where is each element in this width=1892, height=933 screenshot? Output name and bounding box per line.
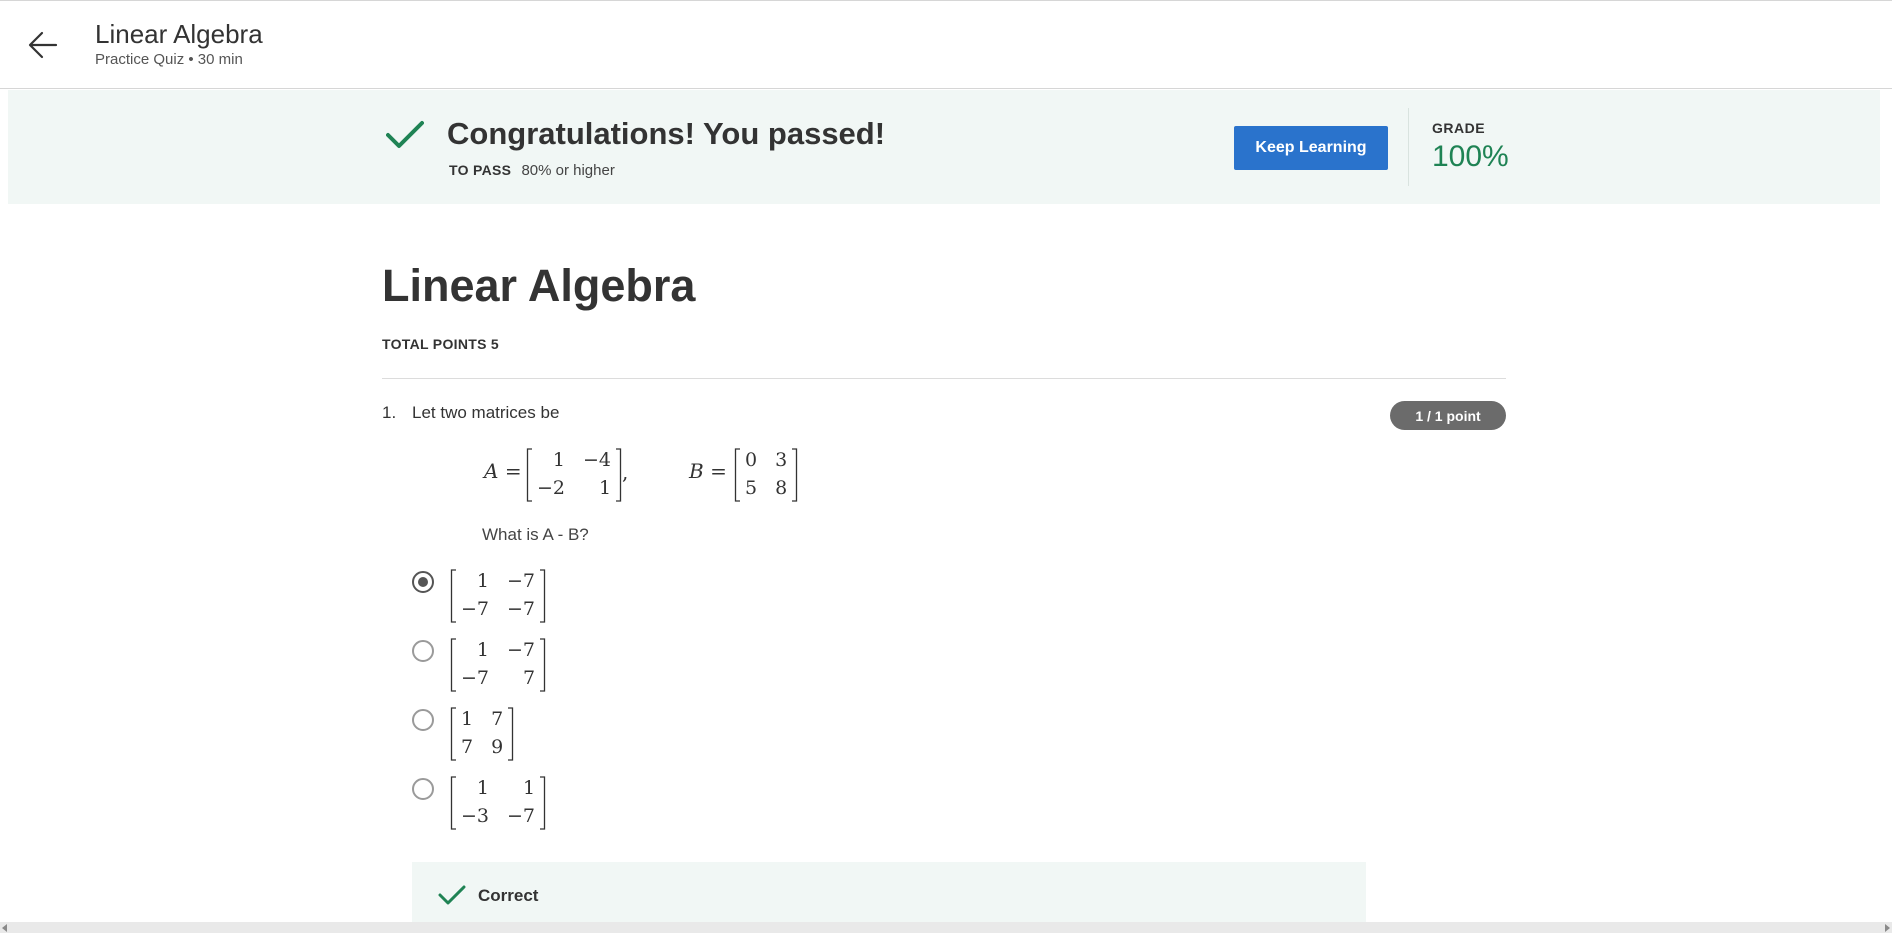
grade-label: GRADE [1432, 120, 1486, 136]
option-matrix-1[interactable]: 1 −7 −7 −7 [450, 569, 546, 623]
left-bracket [450, 638, 456, 692]
right-bracket [508, 707, 514, 761]
matrix-cell: 1 [461, 708, 474, 730]
matrix-cell: 3 [775, 449, 788, 471]
page-header: Linear Algebra Practice Quiz • 30 min [0, 1, 1892, 89]
matrix-cell: 1 [598, 477, 612, 499]
comma: , [622, 460, 629, 484]
matrix-cell: −3 [461, 805, 490, 827]
matrix-a: 1 −4 −2 1 [526, 448, 622, 502]
matrix-grid: 1 −4 −2 1 [533, 448, 615, 502]
question-number: 1. [382, 403, 397, 422]
right-bracket [540, 638, 546, 692]
matrix-cell: −7 [507, 598, 536, 620]
header-title: Linear Algebra [95, 19, 263, 49]
matrix-cell: 7 [522, 667, 536, 689]
section-divider [382, 378, 1506, 379]
matrix-cell: −7 [507, 639, 536, 661]
horizontal-scrollbar[interactable] [0, 922, 1892, 933]
matrix-cell: −2 [537, 477, 566, 499]
matrix-a-name: A [484, 459, 499, 483]
checkmark-icon [386, 121, 424, 148]
matrix-grid: 0358 [741, 448, 791, 502]
left-bracket [450, 569, 456, 623]
matrix-cell: 7 [461, 736, 474, 758]
option-radio-4[interactable] [412, 778, 434, 800]
matrix-cell: −7 [461, 667, 490, 689]
keep-learning-button[interactable]: Keep Learning [1234, 126, 1388, 170]
matrix-cell: −4 [583, 449, 612, 471]
matrix-cell: 1 [522, 777, 536, 799]
feedback-label: Correct [478, 886, 539, 905]
left-bracket [734, 448, 740, 502]
matrix-grid: 1 1 −3 −7 [457, 776, 539, 830]
total-points: TOTAL POINTS 5 [382, 336, 499, 352]
matrix-b-name: B [689, 459, 704, 483]
to-pass-info: TO PASS 80% or higher [449, 162, 615, 179]
matrix-cell: 9 [491, 736, 504, 758]
pass-banner: Congratulations! You passed! TO PASS 80%… [8, 90, 1880, 204]
matrix-cell: 1 [476, 777, 490, 799]
to-pass-value: 80% or higher [521, 162, 615, 179]
option-matrix-4[interactable]: 1 1 −3 −7 [450, 776, 546, 830]
back-button[interactable] [26, 27, 62, 63]
header-subtitle: Practice Quiz • 30 min [95, 51, 243, 68]
matrix-b: 0358 [734, 448, 798, 502]
quiz-title: Linear Algebra [382, 260, 696, 311]
matrix-a-label: A = [484, 459, 522, 483]
matrix-cell: 1 [552, 449, 566, 471]
right-bracket [616, 448, 622, 502]
scroll-right-icon[interactable] [1885, 924, 1890, 932]
right-bracket [540, 776, 546, 830]
equals-sign: = [710, 459, 727, 483]
question-text: Let two matrices be [412, 403, 560, 422]
grade-value: 100% [1432, 140, 1509, 173]
matrix-cell: 5 [745, 477, 758, 499]
scroll-left-icon[interactable] [2, 924, 7, 932]
pass-message: Congratulations! You passed! [447, 116, 886, 151]
matrix-cell: 0 [745, 449, 758, 471]
checkmark-icon [438, 885, 466, 905]
matrix-grid: 1 −7 −7 7 [457, 638, 539, 692]
matrix-grid: 1779 [457, 707, 507, 761]
matrix-b-label: B = [689, 459, 727, 483]
option-matrix-2[interactable]: 1 −7 −7 7 [450, 638, 546, 692]
option-radio-3[interactable] [412, 709, 434, 731]
banner-divider [1408, 108, 1409, 186]
left-bracket [450, 707, 456, 761]
sub-question: What is A - B? [482, 525, 589, 544]
answer-feedback: Correct [412, 862, 1366, 922]
matrix-cell: 8 [775, 477, 788, 499]
to-pass-label: TO PASS [449, 162, 512, 178]
points-badge: 1 / 1 point [1390, 401, 1506, 430]
right-bracket [792, 448, 798, 502]
matrix-cell: 1 [476, 570, 490, 592]
left-bracket [526, 448, 532, 502]
option-radio-2[interactable] [412, 640, 434, 662]
option-radio-1[interactable] [412, 571, 434, 593]
matrix-cell: −7 [461, 598, 490, 620]
matrix-cell: −7 [507, 570, 536, 592]
matrix-cell: −7 [507, 805, 536, 827]
equals-sign: = [504, 459, 522, 483]
left-bracket [450, 776, 456, 830]
matrix-cell: 1 [476, 639, 490, 661]
option-matrix-3[interactable]: 1779 [450, 707, 514, 761]
arrow-left-icon [28, 31, 58, 59]
matrix-grid: 1 −7 −7 −7 [457, 569, 539, 623]
matrix-cell: 7 [491, 708, 504, 730]
right-bracket [540, 569, 546, 623]
